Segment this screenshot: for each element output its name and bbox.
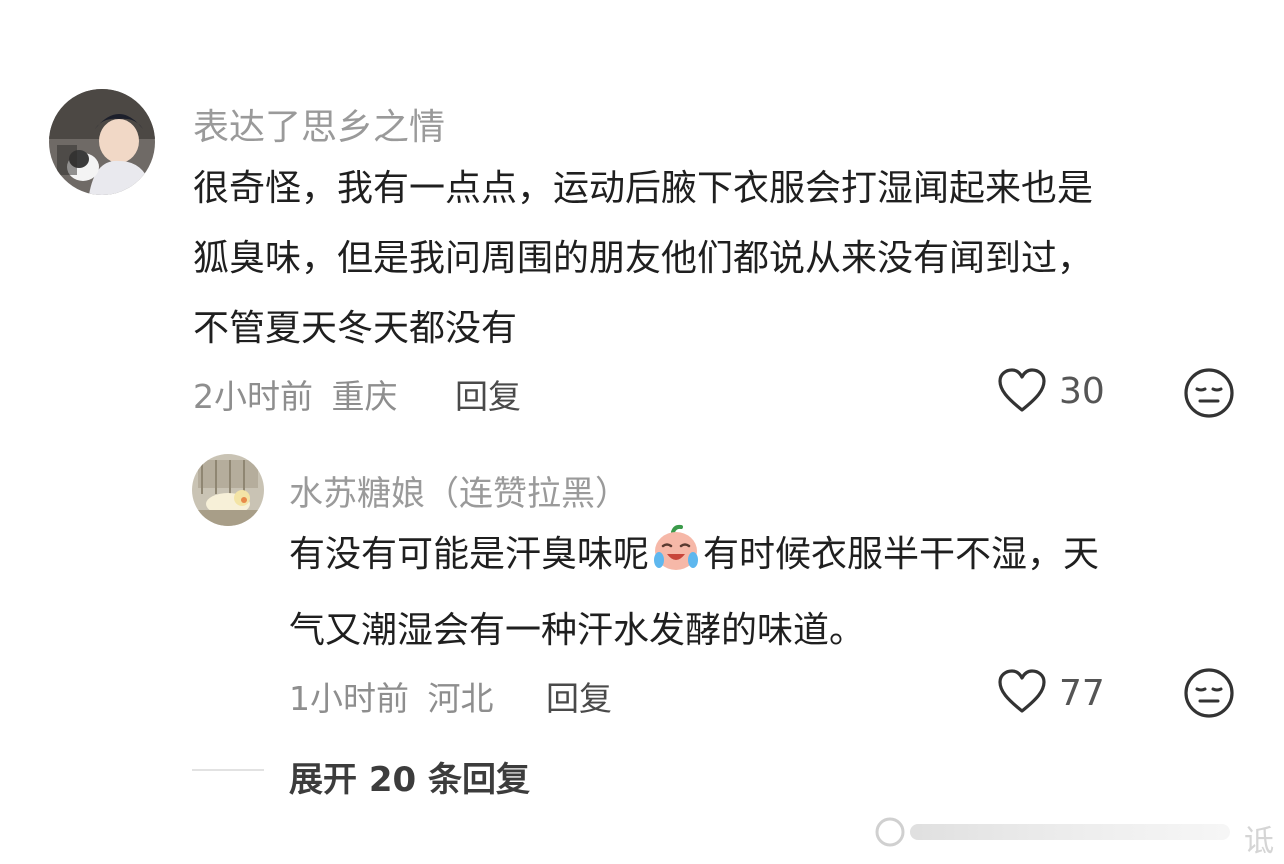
watermark xyxy=(870,812,1284,856)
heart-icon[interactable] xyxy=(997,669,1047,719)
reply-username[interactable]: 水苏糖娘（连赞拉黑） xyxy=(289,466,629,515)
dislike-face-icon[interactable] xyxy=(1183,667,1235,723)
reply-meta: 1小时前 河北 xyxy=(289,672,494,720)
reply-reply-button[interactable]: 回复 xyxy=(546,672,612,720)
like-count: 77 xyxy=(1059,673,1105,714)
reply-text: 有没有可能是汗臭味呢 有时候衣服半干不湿，天 气又潮湿会有一种汗水发酵的味道。 xyxy=(289,520,1249,666)
expand-divider xyxy=(192,769,264,771)
reply-text-segment: 有没有可能是汗臭味呢 xyxy=(289,534,650,575)
reply-time: 1小时前 xyxy=(289,679,409,718)
reply-text-segment: 有时候衣服半干不湿，天 xyxy=(703,534,1100,575)
crying-laughing-emoji-icon xyxy=(651,524,701,596)
comment-text-line: 狐臭味，但是我问周围的朋友他们都说从来没有闻到过， xyxy=(193,238,1094,279)
expand-replies-button[interactable]: 展开 20 条回复 xyxy=(289,752,530,801)
dislike-face-icon[interactable] xyxy=(1183,367,1235,423)
reply-location: 河北 xyxy=(427,679,494,718)
avatar[interactable] xyxy=(49,89,155,195)
reply-text-line: 有没有可能是汗臭味呢 有时候衣服半干不湿，天 xyxy=(289,520,1249,596)
heart-icon[interactable] xyxy=(997,368,1047,418)
reply-text-line: 气又潮湿会有一种汗水发酵的味道。 xyxy=(289,610,866,651)
watermark-text: 诋 xyxy=(1244,824,1274,859)
comment-location: 重庆 xyxy=(331,377,398,416)
reply-button[interactable]: 回复 xyxy=(455,370,521,418)
comment-text-line: 不管夏天冬天都没有 xyxy=(193,308,518,349)
comment-text-line: 很奇怪，我有一点点，运动后腋下衣服会打湿闻起来也是 xyxy=(193,168,1094,209)
comment-meta: 2小时前 重庆 xyxy=(193,370,398,418)
comment-text: 很奇怪，我有一点点，运动后腋下衣服会打湿闻起来也是 狐臭味，但是我问周围的朋友他… xyxy=(193,154,1263,364)
reply-avatar[interactable] xyxy=(192,454,264,526)
comment-username[interactable]: 表达了思乡之情 xyxy=(193,98,445,150)
comment-time: 2小时前 xyxy=(193,377,313,416)
like-count: 30 xyxy=(1059,371,1105,412)
